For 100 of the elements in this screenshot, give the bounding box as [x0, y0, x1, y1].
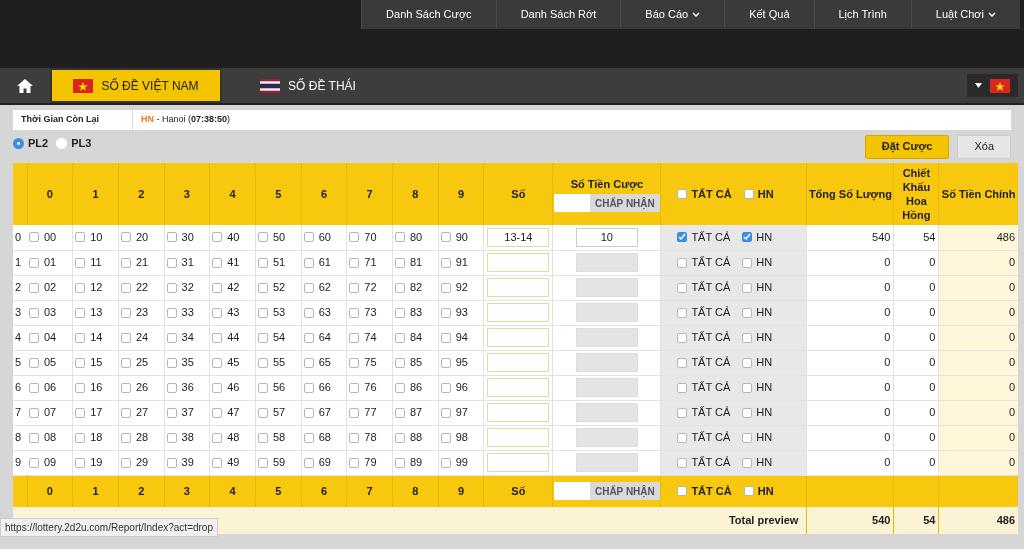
checkbox[interactable] [212, 332, 223, 343]
checkbox[interactable] [440, 257, 451, 268]
checkbox[interactable] [677, 282, 688, 293]
checkbox[interactable] [75, 282, 86, 293]
number-field[interactable] [487, 353, 550, 372]
checkbox[interactable] [120, 282, 131, 293]
checkbox[interactable] [303, 407, 314, 418]
checkbox[interactable] [257, 407, 268, 418]
checkbox[interactable] [349, 257, 360, 268]
checkbox[interactable] [120, 232, 131, 243]
checkbox[interactable] [742, 432, 753, 443]
checkbox[interactable] [440, 232, 451, 243]
checkbox[interactable] [677, 257, 688, 268]
checkbox[interactable] [742, 282, 753, 293]
checkbox[interactable] [440, 457, 451, 468]
checkbox[interactable] [29, 382, 39, 393]
checkbox[interactable] [395, 407, 405, 418]
checkbox[interactable] [75, 382, 86, 393]
checkbox[interactable] [212, 407, 223, 418]
checkbox[interactable] [440, 382, 451, 393]
clear-button[interactable]: Xóa [957, 134, 1011, 159]
checkbox[interactable] [29, 307, 39, 318]
checkbox[interactable] [677, 357, 688, 368]
number-field[interactable]: 13-14 [487, 227, 550, 247]
checkbox[interactable] [166, 407, 177, 418]
checkbox[interactable] [120, 332, 131, 343]
checkbox[interactable] [440, 332, 451, 343]
checkbox[interactable] [257, 282, 268, 293]
amount-field[interactable]: 10 [575, 227, 638, 247]
nav-item[interactable]: Danh Sách Rớt [495, 0, 621, 29]
checkbox[interactable] [742, 457, 753, 468]
checkbox[interactable] [29, 332, 39, 343]
checkbox[interactable] [212, 257, 223, 268]
checkbox[interactable] [440, 307, 451, 318]
checkbox[interactable] [395, 307, 405, 318]
number-field[interactable] [487, 253, 550, 272]
checkbox[interactable] [677, 457, 688, 468]
checkbox[interactable] [29, 457, 39, 468]
checkbox[interactable] [166, 432, 177, 443]
checkbox[interactable] [303, 282, 314, 293]
number-field[interactable] [487, 428, 550, 447]
checkbox[interactable] [677, 232, 688, 243]
checkbox[interactable] [677, 486, 688, 497]
checkbox[interactable] [395, 357, 405, 368]
checkbox[interactable] [677, 432, 688, 443]
checkbox[interactable] [303, 232, 314, 243]
checkbox[interactable] [75, 432, 86, 443]
checkbox[interactable] [120, 432, 131, 443]
checkbox[interactable] [75, 232, 86, 243]
checkbox[interactable] [75, 307, 86, 318]
checkbox[interactable] [395, 382, 405, 393]
checkbox[interactable] [395, 432, 405, 443]
nav-item[interactable]: Lịch Trình [813, 0, 911, 29]
checkbox[interactable] [349, 357, 360, 368]
checkbox[interactable] [257, 307, 268, 318]
place-bet-button[interactable]: Đặt Cược [864, 134, 950, 159]
checkbox[interactable] [743, 486, 754, 497]
checkbox[interactable] [303, 357, 314, 368]
checkbox[interactable] [212, 457, 223, 468]
checkbox[interactable] [395, 257, 405, 268]
language-dropdown[interactable] [967, 74, 1018, 97]
checkbox[interactable] [742, 257, 753, 268]
checkbox[interactable] [257, 232, 268, 243]
checkbox[interactable] [742, 382, 753, 393]
checkbox[interactable] [166, 232, 177, 243]
checkbox[interactable] [677, 307, 688, 318]
checkbox[interactable] [29, 407, 39, 418]
checkbox[interactable] [166, 307, 177, 318]
checkbox[interactable] [75, 257, 86, 268]
accept-button[interactable]: CHẤP NHẬN [589, 194, 660, 213]
checkbox[interactable] [212, 432, 223, 443]
checkbox[interactable] [212, 357, 223, 368]
checkbox[interactable] [257, 432, 268, 443]
checkbox[interactable] [257, 332, 268, 343]
checkbox[interactable] [166, 257, 177, 268]
checkbox[interactable] [303, 432, 314, 443]
accept-button[interactable]: CHẤP NHẬN [589, 482, 660, 501]
number-field[interactable] [487, 328, 550, 347]
checkbox[interactable] [29, 232, 39, 243]
checkbox[interactable] [29, 357, 39, 368]
tab[interactable]: SỐ ĐỀ THÁI [222, 68, 394, 103]
number-field[interactable] [487, 403, 550, 422]
checkbox[interactable] [677, 189, 688, 199]
checkbox[interactable] [75, 457, 86, 468]
checkbox[interactable] [440, 407, 451, 418]
checkbox[interactable] [303, 257, 314, 268]
checkbox[interactable] [303, 457, 314, 468]
checkbox[interactable] [349, 332, 360, 343]
checkbox[interactable] [75, 357, 86, 368]
checkbox[interactable] [395, 457, 405, 468]
number-field[interactable] [487, 278, 550, 297]
checkbox[interactable] [29, 432, 39, 443]
checkbox[interactable] [257, 457, 268, 468]
checkbox[interactable] [742, 357, 753, 368]
checkbox[interactable] [303, 382, 314, 393]
checkbox[interactable] [395, 332, 405, 343]
number-field[interactable] [487, 303, 550, 322]
checkbox[interactable] [120, 457, 131, 468]
checkbox[interactable] [440, 357, 451, 368]
radio-button[interactable] [13, 137, 24, 149]
